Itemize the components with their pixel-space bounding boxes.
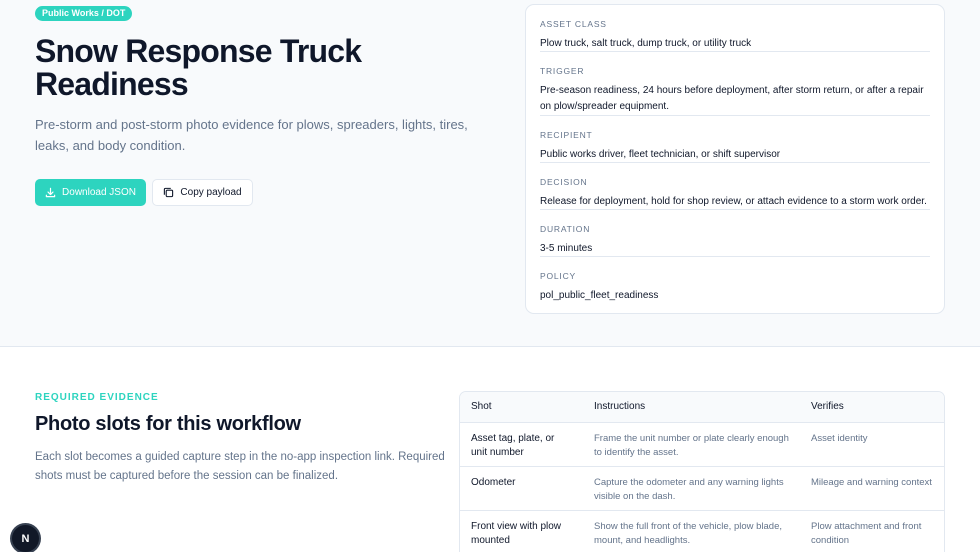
- copy-icon: [163, 187, 174, 198]
- meta-label: DECISION: [540, 177, 588, 187]
- hero-section: Public Works / DOT Snow Response Truck R…: [0, 0, 980, 347]
- download-json-button[interactable]: Download JSON: [35, 179, 146, 206]
- copy-payload-button[interactable]: Copy payload: [152, 179, 253, 206]
- meta-policy: POLICY pol_public_fleet_readiness: [540, 257, 930, 304]
- section-title: Photo slots for this workflow: [35, 413, 301, 435]
- instructions-cell: Capture the odometer and any warning lig…: [583, 466, 800, 511]
- photo-slots-table: Shot Instructions Verifies Asset tag, pl…: [459, 391, 945, 552]
- verifies-cell: Asset identity: [800, 422, 944, 467]
- page-description: Pre-storm and post-storm photo evidence …: [35, 117, 468, 153]
- verifies-cell: Mileage and warning context: [800, 466, 944, 511]
- meta-label: ASSET CLASS: [540, 19, 607, 29]
- shot-cell: Asset tag, plate, or unit number: [460, 422, 583, 467]
- meta-value: pol_public_fleet_readiness: [540, 290, 659, 301]
- column-header-instructions: Instructions: [583, 392, 800, 423]
- shot-cell: Front view with plow mounted: [460, 510, 583, 552]
- shot-cell: Odometer: [460, 466, 583, 511]
- meta-label: TRIGGER: [540, 66, 585, 76]
- download-icon: [45, 187, 56, 198]
- meta-duration: DURATION 3-5 minutes: [540, 210, 930, 257]
- column-header-verifies: Verifies: [800, 392, 944, 423]
- next-logo-icon: N: [21, 532, 30, 545]
- category-badge: Public Works / DOT: [35, 6, 133, 21]
- dev-tools-button[interactable]: N: [12, 525, 39, 552]
- meta-value: Plow truck, salt truck, dump truck, or u…: [540, 38, 752, 49]
- section-description: Each slot becomes a guided capture step …: [35, 451, 445, 482]
- meta-recipient: RECIPIENT Public works driver, fleet tec…: [540, 116, 930, 163]
- meta-value: Pre-season readiness, 24 hours before de…: [540, 85, 924, 112]
- meta-label: POLICY: [540, 271, 576, 281]
- table-row: Front view with plow mounted Show the fu…: [460, 510, 944, 552]
- table-header-row: Shot Instructions Verifies: [460, 392, 944, 423]
- instructions-cell: Show the full front of the vehicle, plow…: [583, 510, 800, 552]
- instructions-cell: Frame the unit number or plate clearly e…: [583, 422, 800, 467]
- meta-decision: DECISION Release for deployment, hold fo…: [540, 163, 930, 210]
- meta-value: Release for deployment, hold for shop re…: [540, 196, 927, 207]
- table-row: Odometer Capture the odometer and any wa…: [460, 466, 944, 511]
- verifies-cell: Plow attachment and front condition: [800, 510, 944, 552]
- column-header-shot: Shot: [460, 392, 583, 423]
- meta-value: 3-5 minutes: [540, 243, 593, 254]
- meta-label: DURATION: [540, 224, 591, 234]
- meta-trigger: TRIGGER Pre-season readiness, 24 hours b…: [540, 52, 930, 116]
- meta-label: RECIPIENT: [540, 130, 593, 140]
- section-eyebrow: REQUIRED EVIDENCE: [35, 392, 159, 403]
- workflow-meta-card: ASSET CLASS Plow truck, salt truck, dump…: [525, 4, 945, 314]
- meta-value: Public works driver, fleet technician, o…: [540, 149, 781, 160]
- page-title: Snow Response Truck Readiness: [35, 33, 362, 102]
- copy-payload-label: Copy payload: [180, 187, 242, 198]
- download-json-label: Download JSON: [62, 187, 136, 198]
- meta-asset-class: ASSET CLASS Plow truck, salt truck, dump…: [540, 5, 930, 52]
- table-row: Asset tag, plate, or unit number Frame t…: [460, 422, 944, 467]
